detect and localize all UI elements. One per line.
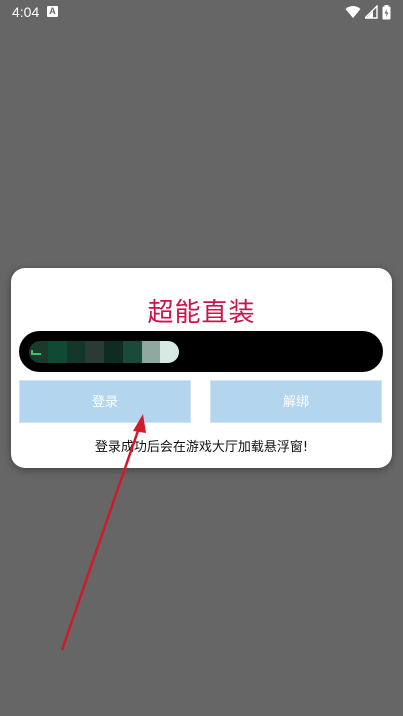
dialog-title: 超能直装 bbox=[147, 298, 256, 328]
wifi-icon bbox=[345, 6, 361, 19]
dialog-note: 登录成功后会在游戏大厅加载悬浮窗! bbox=[94, 440, 309, 455]
login-button[interactable]: 登录 bbox=[19, 380, 191, 423]
screen: 4:04 A 超能直装 登录 解绑 登录成功后会在游戏大厅加载悬浮窗! bbox=[0, 0, 403, 716]
status-bar: 4:04 A bbox=[0, 0, 403, 24]
a-icon: A bbox=[47, 6, 58, 17]
obscured-key-value bbox=[29, 341, 179, 363]
key-input[interactable] bbox=[19, 331, 383, 372]
login-dialog: 超能直装 登录 解绑 登录成功后会在游戏大厅加载悬浮窗! bbox=[11, 268, 392, 468]
signal-icon bbox=[365, 5, 378, 19]
unbind-button[interactable]: 解绑 bbox=[210, 380, 382, 423]
text-cursor bbox=[31, 350, 41, 355]
status-icons bbox=[345, 3, 391, 21]
status-time: 4:04 bbox=[12, 4, 40, 20]
battery-charging-icon bbox=[382, 4, 391, 19]
